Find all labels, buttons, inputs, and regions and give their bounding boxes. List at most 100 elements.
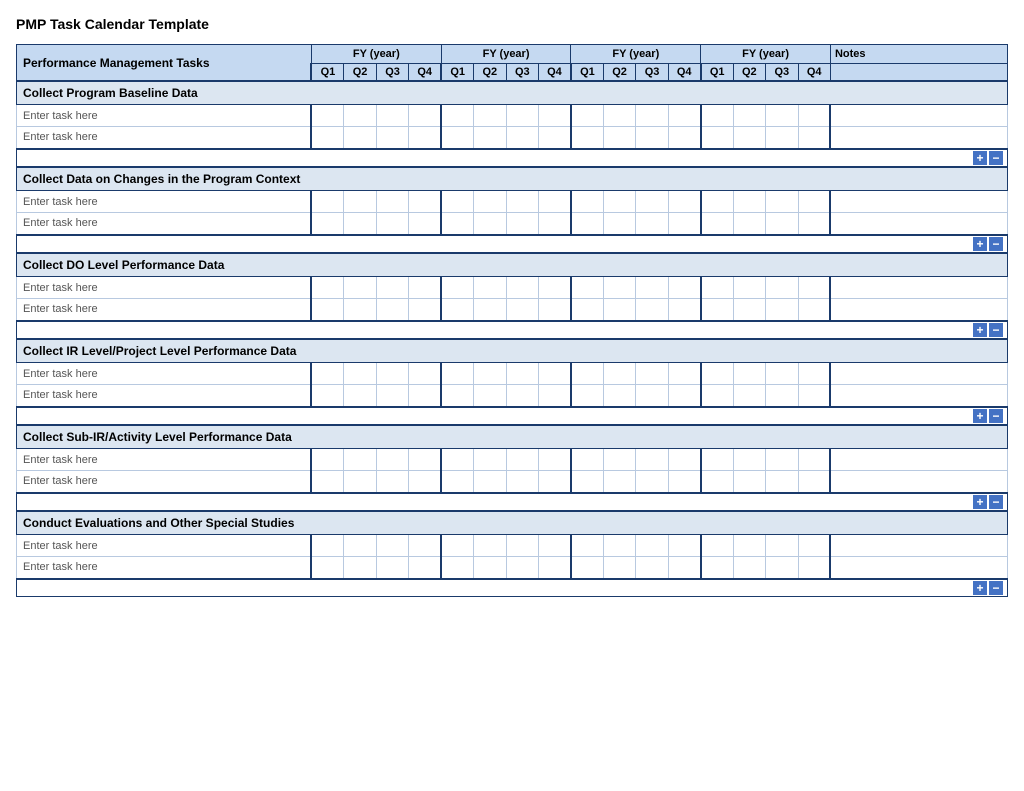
cell-s5-t2-fy4-q1[interactable] xyxy=(701,471,733,493)
cell-s5-t2-fy3-q3[interactable] xyxy=(636,471,668,493)
cell-s3-t1-fy1-q3[interactable] xyxy=(376,277,408,299)
cell-s5-t1-fy2-q3[interactable] xyxy=(506,449,538,471)
cell-s5-t2-fy4-q3[interactable] xyxy=(766,471,798,493)
cell-s2-t1-fy4-q1[interactable] xyxy=(701,191,733,213)
cell-s3-t2-fy4-q3[interactable] xyxy=(766,299,798,321)
cell-s1-t1-fy1-q1[interactable] xyxy=(311,105,343,127)
cell-s3-t2-fy1-q4[interactable] xyxy=(409,299,441,321)
cell-s3-t1-fy4-q4[interactable] xyxy=(798,277,830,299)
cell-s2-t1-fy3-q1[interactable] xyxy=(571,191,603,213)
task-name-s4-t1[interactable]: Enter task here xyxy=(17,363,312,385)
cell-s2-t2-fy3-q1[interactable] xyxy=(571,213,603,235)
cell-s1-t2-fy3-q4[interactable] xyxy=(668,127,700,149)
cell-s6-t2-fy2-q4[interactable] xyxy=(539,557,571,579)
cell-s5-t1-fy2-q2[interactable] xyxy=(474,449,506,471)
cell-s2-t1-fy2-q1[interactable] xyxy=(441,191,473,213)
cell-s5-t2-fy2-q2[interactable] xyxy=(474,471,506,493)
cell-s5-t1-fy3-q1[interactable] xyxy=(571,449,603,471)
cell-s1-t1-fy4-q3[interactable] xyxy=(766,105,798,127)
cell-s2-t1-fy4-q2[interactable] xyxy=(733,191,765,213)
cell-s2-t2-fy4-q1[interactable] xyxy=(701,213,733,235)
remove-row-button-5[interactable]: − xyxy=(989,495,1003,509)
cell-s3-t1-fy1-q2[interactable] xyxy=(344,277,376,299)
cell-s6-t1-fy2-q2[interactable] xyxy=(474,535,506,557)
cell-s3-t1-fy4-q3[interactable] xyxy=(766,277,798,299)
cell-s1-t1-fy2-q3[interactable] xyxy=(506,105,538,127)
cell-s3-t2-fy3-q2[interactable] xyxy=(603,299,635,321)
cell-s4-t2-fy3-q1[interactable] xyxy=(571,385,603,407)
cell-s5-t2-fy1-q3[interactable] xyxy=(376,471,408,493)
cell-s6-t1-fy4-q1[interactable] xyxy=(701,535,733,557)
task-name-s4-t2[interactable]: Enter task here xyxy=(17,385,312,407)
cell-s4-t1-fy4-q2[interactable] xyxy=(733,363,765,385)
cell-s6-t2-fy2-q2[interactable] xyxy=(474,557,506,579)
cell-s4-t2-fy2-q3[interactable] xyxy=(506,385,538,407)
cell-s6-t1-fy1-q4[interactable] xyxy=(409,535,441,557)
cell-s4-t2-fy4-q3[interactable] xyxy=(766,385,798,407)
cell-s1-t2-fy2-q2[interactable] xyxy=(474,127,506,149)
cell-s6-t1-fy3-q4[interactable] xyxy=(668,535,700,557)
task-name-s1-t1[interactable]: Enter task here xyxy=(17,105,312,127)
cell-s5-t1-fy4-q4[interactable] xyxy=(798,449,830,471)
cell-s6-t2-fy4-q2[interactable] xyxy=(733,557,765,579)
cell-s6-t1-fy3-q2[interactable] xyxy=(603,535,635,557)
cell-s4-t2-fy1-q1[interactable] xyxy=(311,385,343,407)
cell-s3-t1-fy2-q1[interactable] xyxy=(441,277,473,299)
cell-s2-t1-fy1-q3[interactable] xyxy=(376,191,408,213)
cell-s5-t1-fy1-q4[interactable] xyxy=(409,449,441,471)
cell-s3-t2-fy3-q1[interactable] xyxy=(571,299,603,321)
task-name-s2-t2[interactable]: Enter task here xyxy=(17,213,312,235)
cell-s4-t1-fy3-q4[interactable] xyxy=(668,363,700,385)
cell-s1-t2-fy4-q4[interactable] xyxy=(798,127,830,149)
cell-s6-t1-fy2-q3[interactable] xyxy=(506,535,538,557)
cell-s4-t2-fy2-q2[interactable] xyxy=(474,385,506,407)
cell-s3-t2-fy2-q1[interactable] xyxy=(441,299,473,321)
cell-s6-t1-fy2-q4[interactable] xyxy=(539,535,571,557)
cell-s5-t2-fy4-q2[interactable] xyxy=(733,471,765,493)
cell-s3-t1-fy2-q3[interactable] xyxy=(506,277,538,299)
cell-s4-t2-fy1-q2[interactable] xyxy=(344,385,376,407)
cell-s3-t2-fy2-q2[interactable] xyxy=(474,299,506,321)
cell-s3-t1-fy4-q2[interactable] xyxy=(733,277,765,299)
cell-s3-t2-fy1-q2[interactable] xyxy=(344,299,376,321)
notes-cell-s3-t1[interactable] xyxy=(830,277,1007,299)
cell-s2-t2-fy2-q1[interactable] xyxy=(441,213,473,235)
cell-s6-t2-fy3-q3[interactable] xyxy=(636,557,668,579)
cell-s3-t2-fy2-q4[interactable] xyxy=(539,299,571,321)
cell-s6-t2-fy4-q3[interactable] xyxy=(766,557,798,579)
cell-s5-t2-fy1-q2[interactable] xyxy=(344,471,376,493)
cell-s5-t1-fy4-q1[interactable] xyxy=(701,449,733,471)
cell-s3-t1-fy3-q3[interactable] xyxy=(636,277,668,299)
cell-s5-t1-fy2-q1[interactable] xyxy=(441,449,473,471)
notes-cell-s6-t2[interactable] xyxy=(830,557,1007,579)
cell-s3-t2-fy3-q3[interactable] xyxy=(636,299,668,321)
cell-s1-t1-fy2-q1[interactable] xyxy=(441,105,473,127)
cell-s4-t1-fy1-q4[interactable] xyxy=(409,363,441,385)
cell-s4-t1-fy1-q3[interactable] xyxy=(376,363,408,385)
cell-s1-t2-fy3-q2[interactable] xyxy=(603,127,635,149)
cell-s6-t2-fy1-q2[interactable] xyxy=(344,557,376,579)
cell-s4-t1-fy1-q2[interactable] xyxy=(344,363,376,385)
remove-row-button-6[interactable]: − xyxy=(989,581,1003,595)
cell-s4-t1-fy3-q3[interactable] xyxy=(636,363,668,385)
cell-s1-t2-fy3-q3[interactable] xyxy=(636,127,668,149)
cell-s2-t1-fy2-q3[interactable] xyxy=(506,191,538,213)
cell-s3-t1-fy2-q4[interactable] xyxy=(539,277,571,299)
cell-s1-t2-fy2-q3[interactable] xyxy=(506,127,538,149)
cell-s1-t2-fy2-q1[interactable] xyxy=(441,127,473,149)
cell-s1-t2-fy4-q2[interactable] xyxy=(733,127,765,149)
cell-s6-t1-fy1-q1[interactable] xyxy=(311,535,343,557)
cell-s3-t1-fy4-q1[interactable] xyxy=(701,277,733,299)
cell-s3-t2-fy3-q4[interactable] xyxy=(668,299,700,321)
cell-s4-t2-fy4-q1[interactable] xyxy=(701,385,733,407)
cell-s3-t2-fy4-q1[interactable] xyxy=(701,299,733,321)
cell-s5-t1-fy3-q3[interactable] xyxy=(636,449,668,471)
cell-s5-t1-fy3-q4[interactable] xyxy=(668,449,700,471)
add-row-button-2[interactable]: + xyxy=(973,237,987,251)
cell-s2-t1-fy2-q4[interactable] xyxy=(539,191,571,213)
remove-row-button-3[interactable]: − xyxy=(989,323,1003,337)
task-name-s6-t1[interactable]: Enter task here xyxy=(17,535,312,557)
cell-s2-t2-fy3-q3[interactable] xyxy=(636,213,668,235)
cell-s5-t2-fy3-q2[interactable] xyxy=(603,471,635,493)
cell-s6-t2-fy2-q1[interactable] xyxy=(441,557,473,579)
